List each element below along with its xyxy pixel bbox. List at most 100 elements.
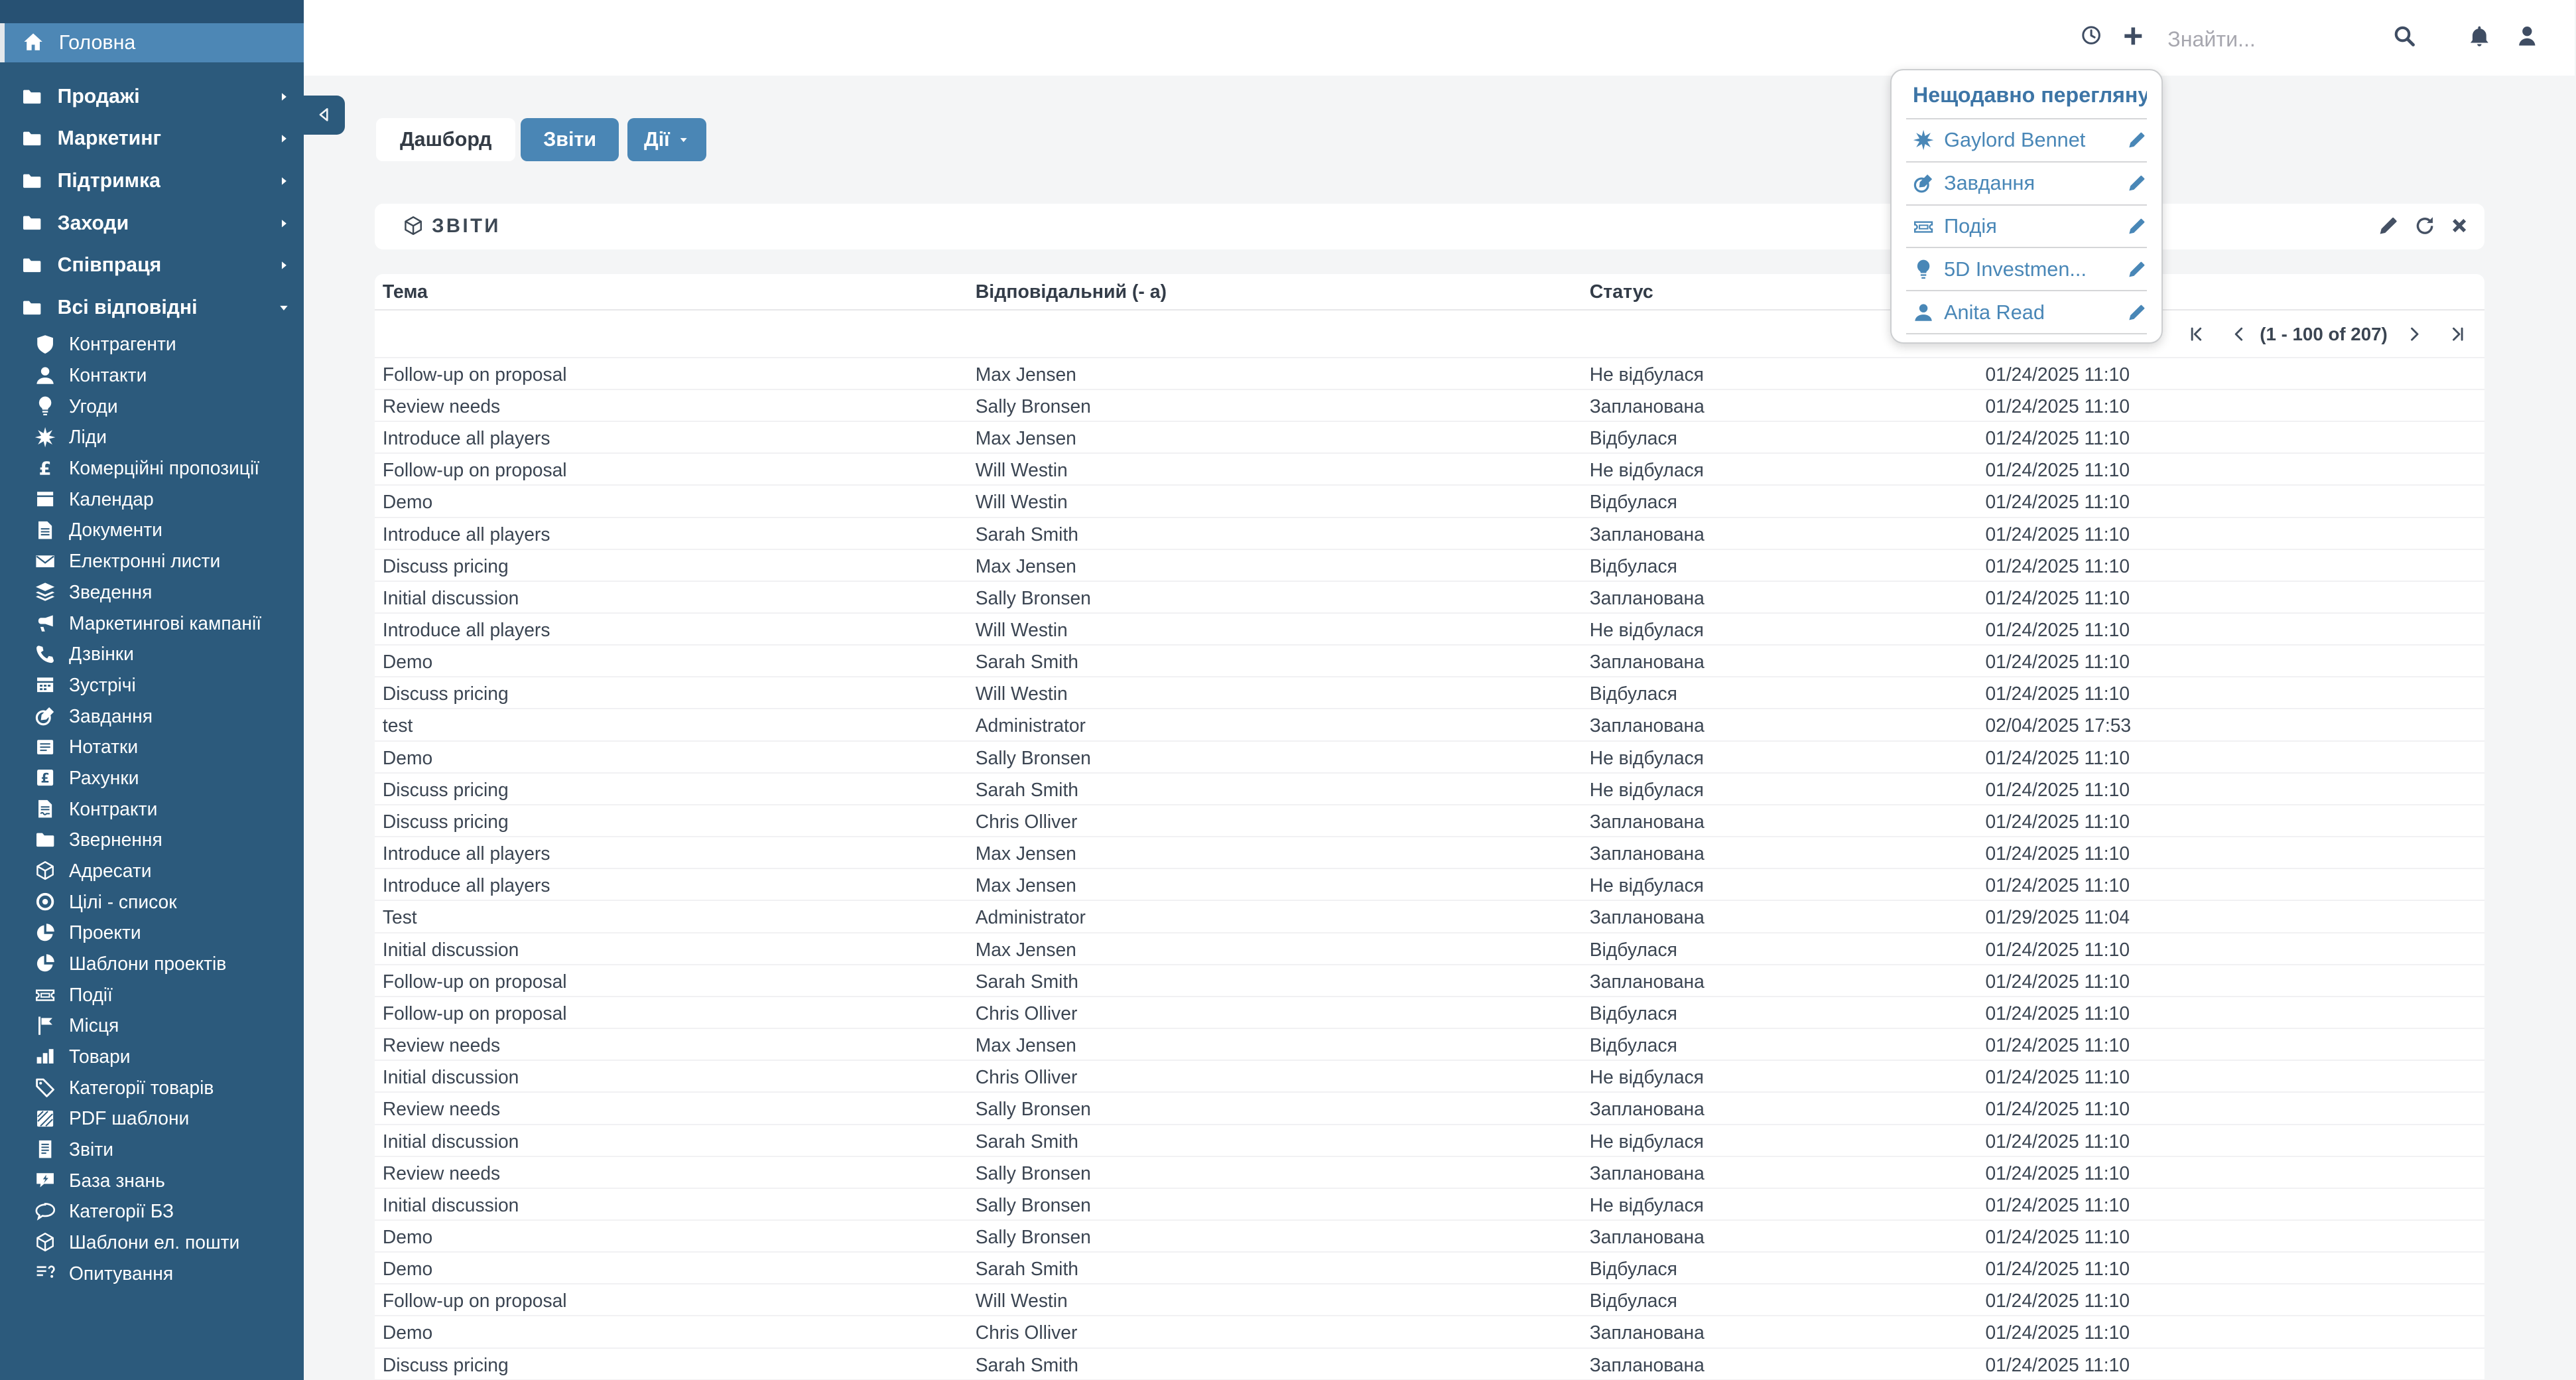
- table-row[interactable]: Introduce all playersWill WestinНе відбу…: [375, 614, 2485, 646]
- table-row[interactable]: Discuss pricingMax JensenВідбулася01/24/…: [375, 550, 2485, 582]
- table-row[interactable]: DemoChris OlliverЗапланована01/24/2025 1…: [375, 1316, 2485, 1348]
- page-next-icon[interactable]: [2406, 325, 2423, 343]
- table-row[interactable]: Review needsSally BronsenЗапланована01/2…: [375, 390, 2485, 422]
- sidebar-item-all-relevant[interactable]: Всі відповідні: [0, 287, 304, 329]
- edit-pencil-icon[interactable]: [2127, 173, 2147, 193]
- edit-pencil-icon[interactable]: [2127, 303, 2147, 322]
- sidebar-item-marketing[interactable]: Маркетинг: [0, 118, 304, 161]
- actions-dropdown-button[interactable]: Дії: [627, 118, 706, 161]
- recent-item-link[interactable]: 5D Investmen...: [1944, 257, 2120, 281]
- recent-item-link[interactable]: Завдання: [1944, 171, 2120, 195]
- table-row[interactable]: Review needsMax JensenВідбулася01/24/202…: [375, 1029, 2485, 1061]
- sidebar-item-knowledge-base[interactable]: База знань: [0, 1165, 304, 1196]
- table-row[interactable]: Initial discussionChris OlliverНе відбул…: [375, 1061, 2485, 1093]
- table-row[interactable]: Follow-up on proposalWill WestinВідбулас…: [375, 1284, 2485, 1316]
- table-row[interactable]: Initial discussionSarah SmithНе відбулас…: [375, 1125, 2485, 1157]
- table-row[interactable]: DemoSally BronsenЗапланована01/24/2025 1…: [375, 1221, 2485, 1253]
- sidebar-item-email-templates[interactable]: Шаблони ел. пошти: [0, 1227, 304, 1258]
- sidebar-item-surveys[interactable]: Опитування: [0, 1258, 304, 1289]
- search-icon[interactable]: [2393, 25, 2416, 48]
- edit-pencil-icon[interactable]: [2378, 215, 2399, 236]
- dashboard-button[interactable]: Дашборд: [376, 118, 515, 161]
- notifications-icon[interactable]: [2468, 25, 2491, 48]
- sidebar-item-tasks[interactable]: Завдання: [0, 701, 304, 732]
- page-last-icon[interactable]: [2449, 325, 2467, 343]
- sidebar-item-emails[interactable]: Електронні листи: [0, 545, 304, 577]
- user-menu-icon[interactable]: [2516, 25, 2539, 48]
- sidebar-item-kb-categories[interactable]: Категорії БЗ: [0, 1196, 304, 1227]
- sidebar-item-products[interactable]: Товари: [0, 1041, 304, 1072]
- table-row[interactable]: Discuss pricingWill WestinВідбулася01/24…: [375, 677, 2485, 709]
- table-row[interactable]: DemoSarah SmithЗапланована01/24/2025 11:…: [375, 646, 2485, 677]
- sidebar-item-support[interactable]: Підтримка: [0, 160, 304, 202]
- reports-button[interactable]: Звіти: [521, 118, 619, 161]
- sidebar-item-home[interactable]: Головна: [0, 23, 304, 62]
- sidebar-item-calendar[interactable]: Календар: [0, 484, 304, 515]
- sidebar-item-reports[interactable]: Звіти: [0, 1134, 304, 1165]
- sidebar-item-quotes[interactable]: £Комерційні пропозиції: [0, 452, 304, 484]
- sidebar-item-project-templates[interactable]: Шаблони проектів: [0, 948, 304, 979]
- sidebar-item-documents[interactable]: Документи: [0, 515, 304, 546]
- table-row[interactable]: Initial discussionSally BronsenЗапланова…: [375, 582, 2485, 614]
- sidebar-collapse-button[interactable]: [304, 96, 345, 135]
- recent-item[interactable]: Завдання: [1906, 163, 2146, 206]
- sidebar-item-collaboration[interactable]: Співпраця: [0, 244, 304, 287]
- sidebar-item-invoices[interactable]: £Рахунки: [0, 762, 304, 794]
- table-row[interactable]: Discuss pricingChris OlliverЗапланована0…: [375, 805, 2485, 837]
- sidebar-item-accounts[interactable]: Контрагенти: [0, 329, 304, 360]
- search-input[interactable]: [2164, 13, 2364, 66]
- sidebar-item-activities[interactable]: Заходи: [0, 202, 304, 245]
- edit-pencil-icon[interactable]: [2127, 130, 2147, 150]
- table-row[interactable]: Introduce all playersMax JensenВідбулася…: [375, 422, 2485, 454]
- recent-item-link[interactable]: Подія: [1944, 214, 2120, 238]
- sidebar-item-target-lists[interactable]: Цілі - список: [0, 886, 304, 918]
- table-row[interactable]: testAdministratorЗапланована02/04/2025 1…: [375, 709, 2485, 741]
- recent-item-link[interactable]: Gaylord Bennet: [1944, 128, 2120, 152]
- sidebar-item-cases[interactable]: Звернення: [0, 824, 304, 855]
- table-row[interactable]: DemoSarah SmithВідбулася01/24/2025 11:10: [375, 1253, 2485, 1284]
- table-row[interactable]: DemoSally BronsenНе відбулася01/24/2025 …: [375, 742, 2485, 774]
- sidebar-item-projects[interactable]: Проекти: [0, 917, 304, 948]
- edit-pencil-icon[interactable]: [2127, 259, 2147, 279]
- recent-item-link[interactable]: Anita Read: [1944, 301, 2120, 324]
- sidebar-item-campaigns[interactable]: Маркетингові кампанії: [0, 608, 304, 639]
- sidebar-item-places[interactable]: Місця: [0, 1010, 304, 1041]
- sidebar-item-events[interactable]: Події: [0, 979, 304, 1010]
- table-row[interactable]: Follow-up on proposalChris OlliverВідбул…: [375, 997, 2485, 1029]
- table-row[interactable]: Follow-up on proposalSarah SmithЗапланов…: [375, 965, 2485, 997]
- column-header[interactable]: Тема: [375, 274, 968, 309]
- table-row[interactable]: Discuss pricingSarah SmithНе відбулася01…: [375, 774, 2485, 805]
- column-header[interactable]: Відповідальний (- а): [967, 274, 1581, 309]
- table-row[interactable]: Initial discussionSally BronsenНе відбул…: [375, 1189, 2485, 1221]
- table-row[interactable]: Introduce all playersMax JensenНе відбул…: [375, 869, 2485, 901]
- refresh-icon[interactable]: [2414, 215, 2435, 236]
- table-row[interactable]: Introduce all playersSarah SmithЗапланов…: [375, 518, 2485, 550]
- sidebar-item-recipients[interactable]: Адресати: [0, 855, 304, 886]
- recent-item[interactable]: Gaylord Bennet: [1906, 119, 2146, 163]
- table-row[interactable]: Review needsSally BronsenЗапланована01/2…: [375, 1157, 2485, 1189]
- sidebar-item-leads[interactable]: Ліди: [0, 422, 304, 453]
- table-row[interactable]: Follow-up on proposalMax JensenНе відбул…: [375, 358, 2485, 390]
- table-row[interactable]: Introduce all playersMax JensenЗапланова…: [375, 837, 2485, 869]
- page-previous-icon[interactable]: [2230, 325, 2248, 343]
- table-row[interactable]: Discuss pricingSarah SmithЗапланована01/…: [375, 1349, 2485, 1380]
- page-first-icon[interactable]: [2187, 325, 2205, 343]
- edit-pencil-icon[interactable]: [2127, 216, 2147, 236]
- sidebar-item-summaries[interactable]: Зведення: [0, 577, 304, 608]
- sidebar-item-calls[interactable]: Дзвінки: [0, 638, 304, 669]
- close-icon[interactable]: [2449, 215, 2470, 236]
- table-row[interactable]: Follow-up on proposalWill WestinНе відбу…: [375, 454, 2485, 486]
- sidebar-item-product-categories[interactable]: Категорії товарів: [0, 1072, 304, 1103]
- table-row[interactable]: TestAdministratorЗапланована01/29/2025 1…: [375, 901, 2485, 933]
- sidebar-item-notes[interactable]: Нотатки: [0, 731, 304, 762]
- sidebar-item-contracts[interactable]: Контракти: [0, 794, 304, 825]
- quick-create-icon[interactable]: [2122, 25, 2145, 48]
- history-icon[interactable]: [2081, 25, 2102, 46]
- sidebar-item-pdf-templates[interactable]: PDF шаблони: [0, 1103, 304, 1134]
- recent-item[interactable]: 5D Investmen...: [1906, 248, 2146, 291]
- table-row[interactable]: Review needsSally BronsenЗапланована01/2…: [375, 1093, 2485, 1125]
- sidebar-item-contacts[interactable]: Контакти: [0, 360, 304, 391]
- sidebar-item-opportunities[interactable]: Угоди: [0, 391, 304, 422]
- recent-item[interactable]: Anita Read: [1906, 291, 2146, 334]
- table-row[interactable]: DemoWill WestinВідбулася01/24/2025 11:10: [375, 486, 2485, 518]
